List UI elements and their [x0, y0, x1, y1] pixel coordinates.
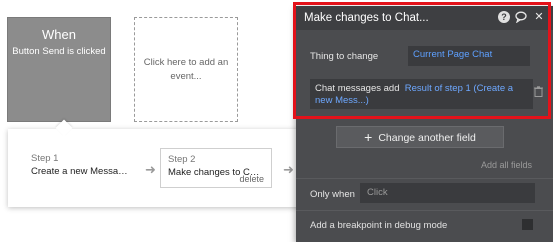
- add-event-text: Click here to add an event...: [143, 56, 229, 82]
- divider: [296, 210, 553, 211]
- event-when-block[interactable]: When Button Send is clicked: [7, 17, 111, 122]
- plus-icon: +: [364, 129, 373, 145]
- step-text: Create a new Message...: [31, 166, 129, 177]
- breakpoint-checkbox[interactable]: [522, 219, 533, 230]
- step-number: Step 2: [168, 154, 196, 165]
- change-another-field-label: Change another field: [378, 132, 476, 144]
- event-title: When: [42, 27, 76, 42]
- divider: [296, 178, 553, 179]
- add-event-placeholder[interactable]: Click here to add an event...: [134, 17, 238, 122]
- event-subtitle: Button Send is clicked: [12, 46, 106, 57]
- add-all-fields-link[interactable]: Add all fields: [481, 160, 532, 170]
- step-number: Step 1: [31, 153, 59, 164]
- arrow-right-icon: ➜: [283, 162, 294, 177]
- step-2-card[interactable]: Step 2 Make changes to Chat... delete: [160, 148, 272, 188]
- only-when-input[interactable]: Click: [360, 183, 535, 203]
- breakpoint-label: Add a breakpoint in debug mode: [310, 220, 448, 231]
- only-when-label: Only when: [310, 189, 355, 200]
- highlight-box: [293, 2, 551, 119]
- change-another-field-button[interactable]: + Change another field: [336, 126, 504, 148]
- step-1-card[interactable]: Step 1 Create a new Message...: [24, 148, 136, 188]
- arrow-right-icon: ➜: [145, 162, 156, 177]
- actions-row: Step 1 Create a new Message... ➜ Step 2 …: [8, 129, 308, 207]
- delete-step-link[interactable]: delete: [239, 174, 264, 184]
